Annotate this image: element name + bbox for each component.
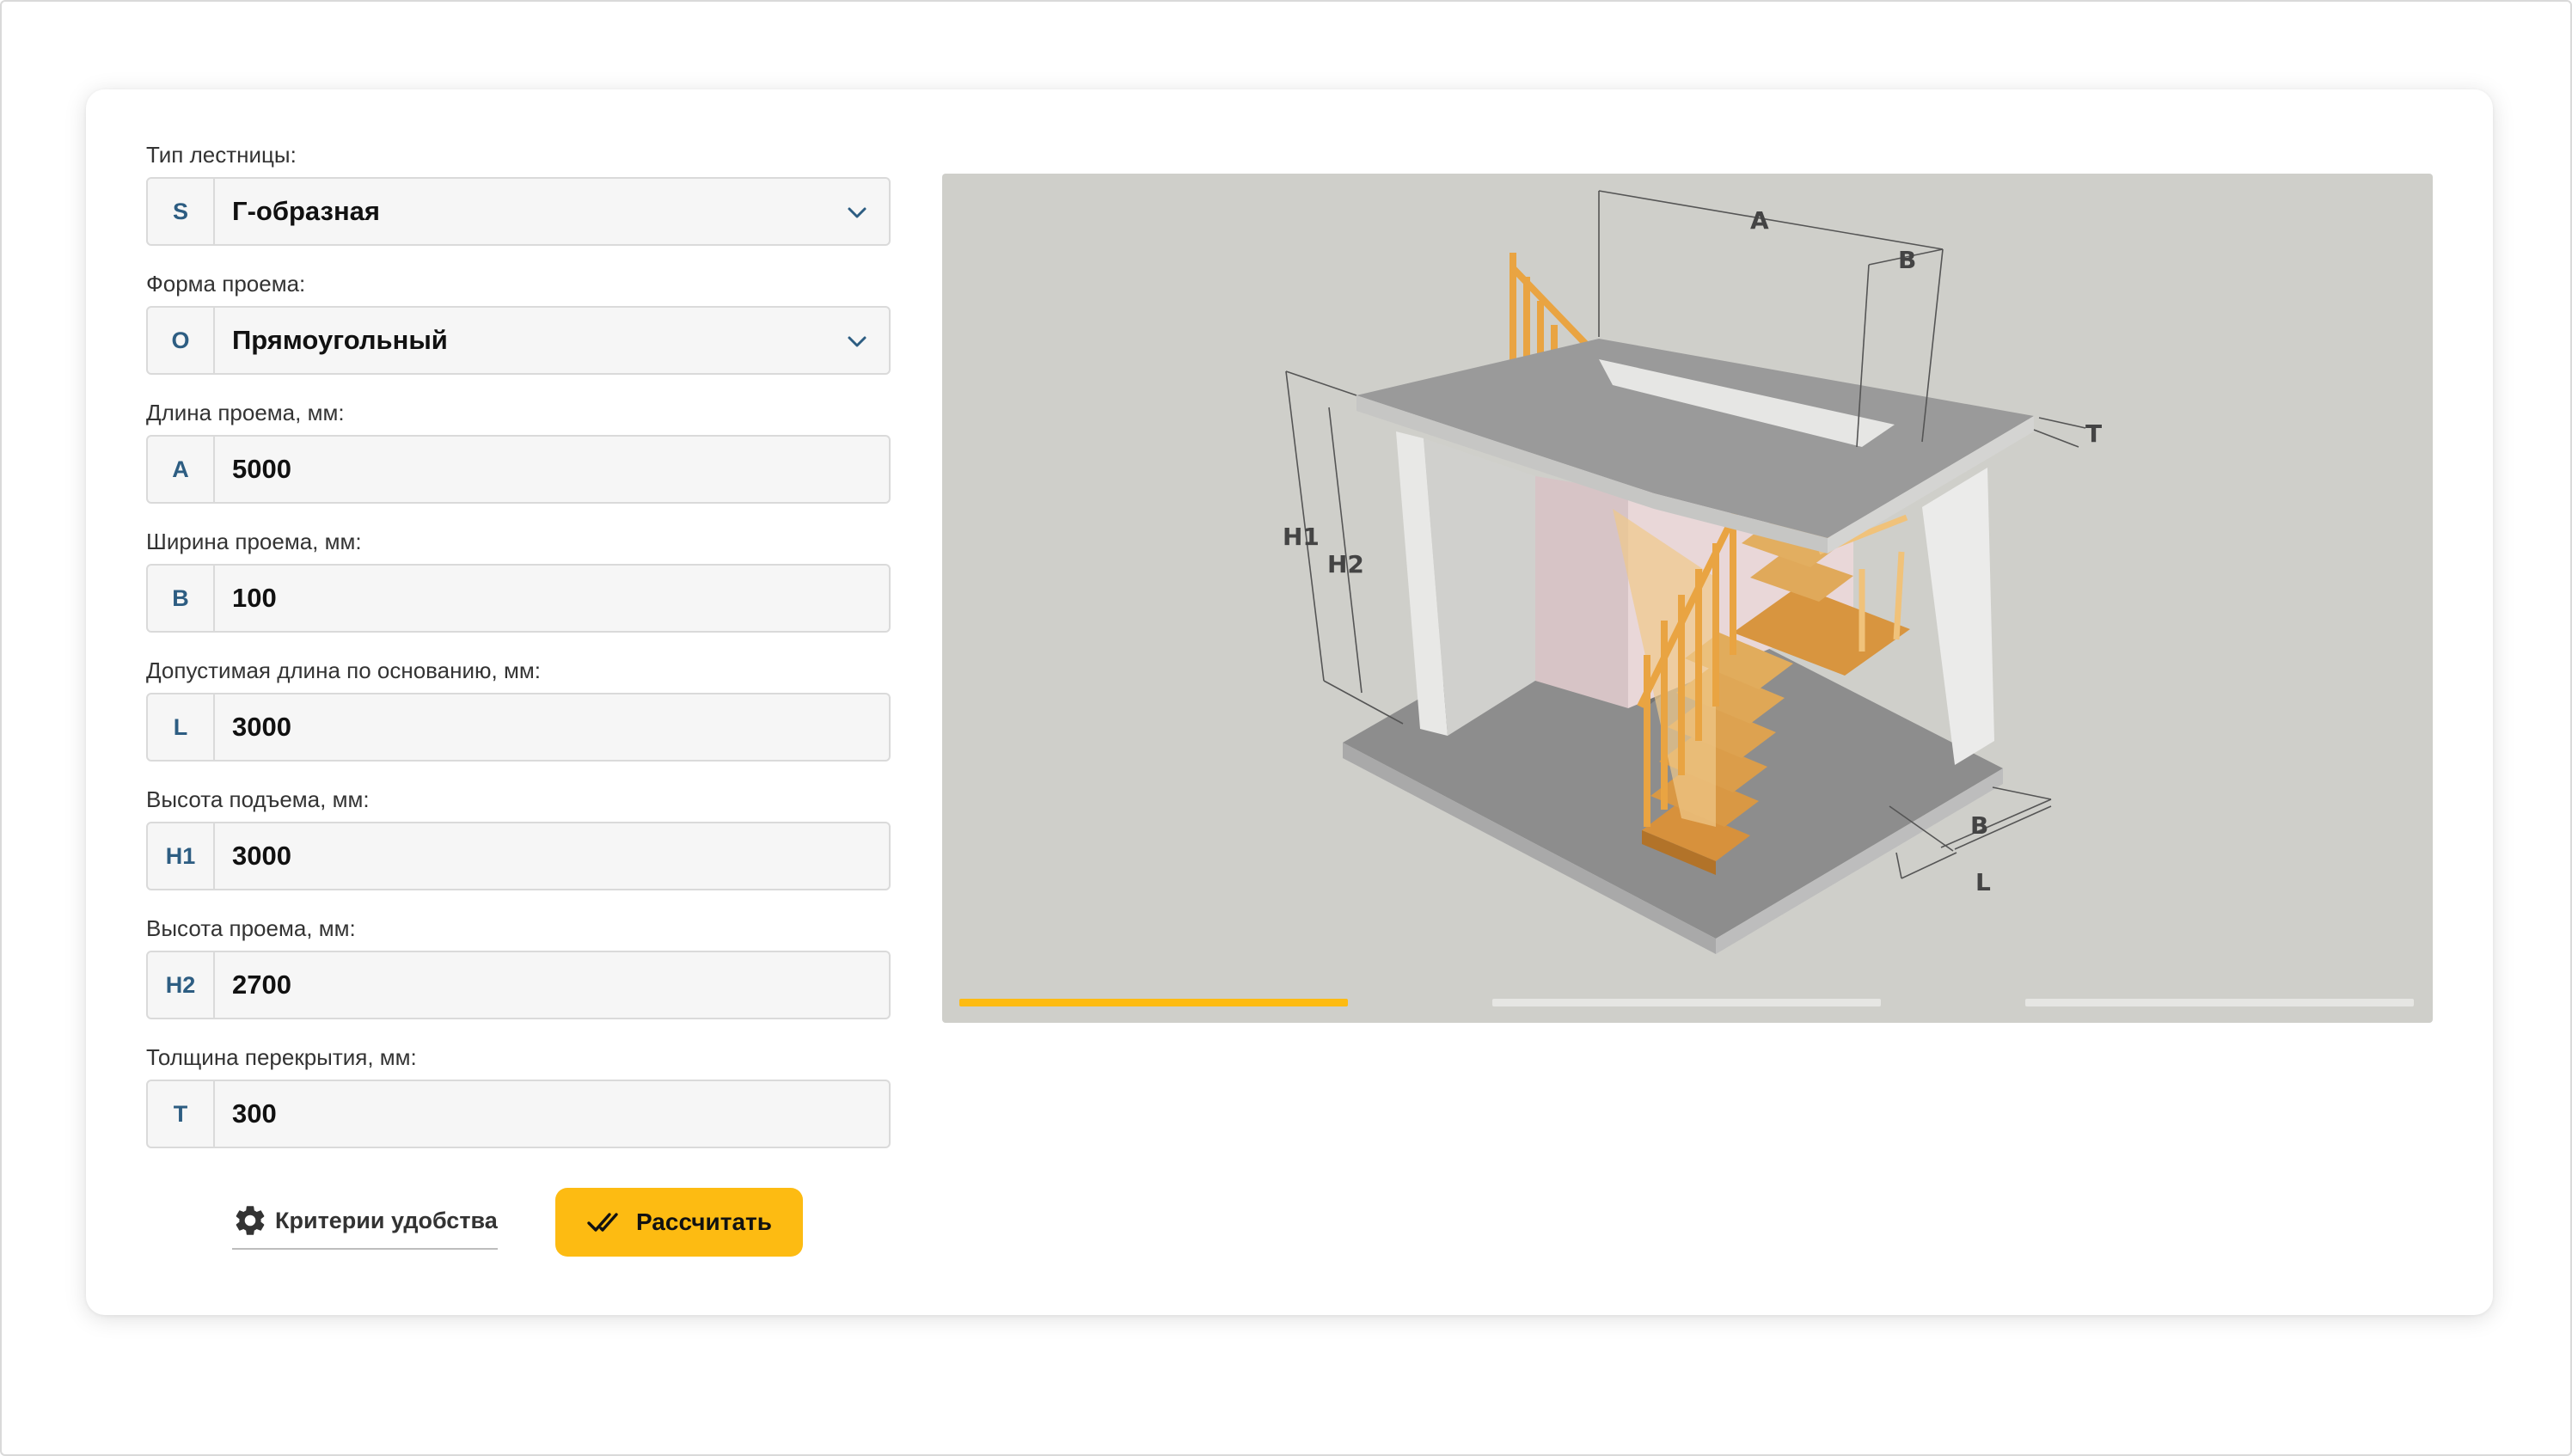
opening-length-field[interactable]: A 5000 [146,435,891,504]
dim-label-l: L [1975,868,1991,896]
field-prefix: A [148,437,215,502]
carousel-indicator-1[interactable] [959,999,1348,1006]
rise-height-input[interactable]: 3000 [215,823,889,889]
field-prefix: T [148,1081,215,1147]
gear-icon [236,1206,265,1235]
right-pillar [1922,468,1994,765]
field-label-stair-type: Тип лестницы: [146,142,297,168]
chevron-down-icon[interactable] [844,199,870,225]
dim-label-h2: H2 [1327,550,1364,578]
dim-label-b-top: B [1898,246,1916,274]
field-label-opening-height: Высота проема, мм: [146,915,356,941]
calculate-button[interactable]: Рассчитать [555,1188,803,1257]
field-label-opening-length: Длина проема, мм: [146,400,345,425]
chevron-down-icon[interactable] [844,328,870,354]
dim-label-b-bottom: B [1970,811,1988,840]
slab-thickness-field[interactable]: T 300 [146,1080,891,1148]
field-label-rise-height: Высота подъема, мм: [146,786,370,812]
rise-height-field[interactable]: H1 3000 [146,822,891,890]
opening-height-input[interactable]: 2700 [215,952,889,1018]
opening-length-input[interactable]: 5000 [215,437,889,502]
form-actions: Критерии удобства Рассчитать [232,1186,920,1258]
base-length-field[interactable]: L 3000 [146,693,891,762]
slab-thickness-input[interactable]: 300 [215,1081,889,1147]
opening-shape-select[interactable]: O Прямоугольный [146,306,891,375]
field-prefix: O [148,308,215,373]
dim-label-a: A [1750,206,1769,235]
stair-type-select[interactable]: S Г-образная [146,177,891,246]
parameters-form: Тип лестницы: S Г-образная Форма проема:… [146,132,891,1164]
opening-width-field[interactable]: B 100 [146,564,891,633]
field-label-opening-shape: Форма проема: [146,271,306,297]
opening-shape-value[interactable]: Прямоугольный [215,308,889,373]
field-prefix: L [148,694,215,760]
base-length-input[interactable]: 3000 [215,694,889,760]
carousel-indicators [959,999,2421,1007]
field-label-opening-width: Ширина проема, мм: [146,529,362,554]
carousel-indicator-2[interactable] [1492,999,1881,1006]
window-frame: Тип лестницы: S Г-образная Форма проема:… [0,0,2572,1456]
double-check-icon [587,1213,618,1232]
calculate-label: Рассчитать [636,1208,772,1235]
stair-type-value[interactable]: Г-образная [215,179,889,244]
staircase-diagram-viewer[interactable]: A B T H1 H2 B L [942,174,2433,1023]
dim-label-h1: H1 [1283,523,1320,551]
field-prefix: B [148,566,215,631]
opening-height-field[interactable]: H2 2700 [146,951,891,1019]
field-prefix: S [148,179,215,244]
staircase-diagram: A B T H1 H2 B L [1283,190,2102,954]
field-prefix: H2 [148,952,215,1018]
opening-width-input[interactable]: 100 [215,566,889,631]
field-prefix: H1 [148,823,215,889]
calculator-card: Тип лестницы: S Г-образная Форма проема:… [86,89,2493,1315]
comfort-criteria-label: Критерии удобства [275,1207,498,1233]
dim-label-t: T [2085,419,2102,448]
comfort-criteria-link[interactable]: Критерии удобства [232,1195,498,1250]
carousel-indicator-3[interactable] [2025,999,2414,1006]
field-label-base-length: Допустимая длина по основанию, мм: [146,658,541,683]
field-label-slab-thickness: Толщина перекрытия, мм: [146,1044,417,1070]
